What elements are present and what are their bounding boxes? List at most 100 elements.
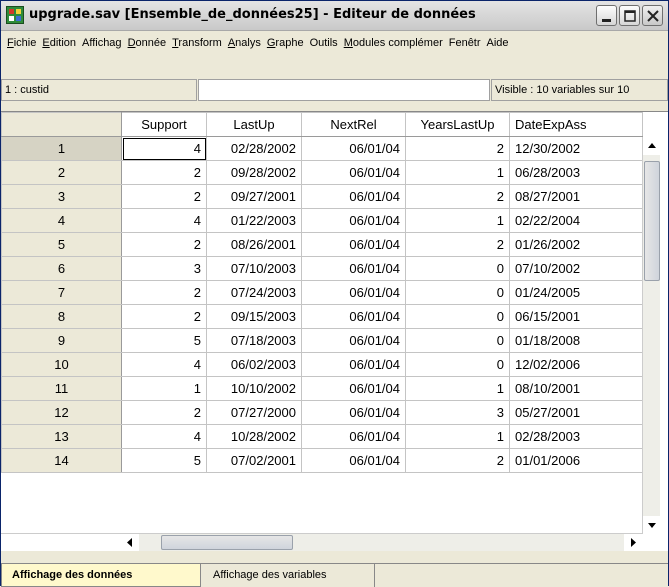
data-cell[interactable]: 0	[405, 280, 510, 305]
data-cell[interactable]: 2	[121, 304, 207, 329]
data-cell[interactable]: 02/28/2003	[509, 424, 643, 449]
data-cell[interactable]: 06/01/04	[301, 376, 406, 401]
data-cell[interactable]: 07/27/2000	[206, 400, 302, 425]
data-cell[interactable]: 06/01/04	[301, 328, 406, 353]
data-cell[interactable]: 0	[405, 304, 510, 329]
row-header[interactable]: 11	[1, 376, 122, 401]
menu-item[interactable]: Graphe	[267, 37, 304, 49]
data-cell[interactable]: 1	[405, 424, 510, 449]
row-header[interactable]: 8	[1, 304, 122, 329]
tab-variable-view[interactable]: Affichage des variables	[203, 564, 375, 587]
data-cell[interactable]: 0	[405, 352, 510, 377]
data-cell[interactable]: 06/01/04	[301, 184, 406, 209]
scroll-left-button[interactable]	[121, 534, 139, 551]
row-header[interactable]: 6	[1, 256, 122, 281]
corner-cell[interactable]	[1, 112, 122, 137]
data-cell[interactable]: 2	[405, 448, 510, 473]
scroll-up-button[interactable]	[643, 137, 661, 155]
menu-item[interactable]: Fenêtr	[449, 37, 481, 49]
data-cell[interactable]: 02/28/2002	[206, 136, 302, 161]
data-cell[interactable]: 06/02/2003	[206, 352, 302, 377]
data-cell[interactable]: 1	[405, 208, 510, 233]
data-cell[interactable]: 5	[121, 328, 207, 353]
data-cell[interactable]: 06/28/2003	[509, 160, 643, 185]
data-cell[interactable]: 09/27/2001	[206, 184, 302, 209]
data-cell[interactable]: 01/01/2006	[509, 448, 643, 473]
data-cell[interactable]: 08/26/2001	[206, 232, 302, 257]
data-cell[interactable]: 02/22/2004	[509, 208, 643, 233]
tab-data-view[interactable]: Affichage des données	[1, 564, 201, 587]
data-cell[interactable]: 09/15/2003	[206, 304, 302, 329]
row-header[interactable]: 4	[1, 208, 122, 233]
menu-item[interactable]: Analys	[228, 37, 261, 49]
column-header[interactable]: LastUp	[206, 112, 302, 137]
data-cell[interactable]: 2	[121, 400, 207, 425]
data-cell[interactable]: 08/27/2001	[509, 184, 643, 209]
data-cell[interactable]: 2	[121, 280, 207, 305]
data-cell[interactable]: 06/01/04	[301, 400, 406, 425]
menu-item[interactable]: Edition	[42, 37, 76, 49]
row-header[interactable]: 2	[1, 160, 122, 185]
data-cell[interactable]: 2	[121, 232, 207, 257]
vertical-scroll-thumb[interactable]	[644, 161, 660, 281]
data-cell[interactable]: 05/27/2001	[509, 400, 643, 425]
data-cell[interactable]: 4	[121, 208, 207, 233]
scroll-right-button[interactable]	[624, 534, 642, 551]
data-cell[interactable]: 06/01/04	[301, 232, 406, 257]
maximize-button[interactable]	[619, 5, 640, 26]
row-header[interactable]: 12	[1, 400, 122, 425]
close-button[interactable]	[642, 5, 663, 26]
data-cell[interactable]: 01/18/2008	[509, 328, 643, 353]
menu-item[interactable]: Fichie	[7, 37, 36, 49]
column-header[interactable]: Support	[121, 112, 207, 137]
row-header[interactable]: 14	[1, 448, 122, 473]
menu-item[interactable]: Transform	[172, 37, 222, 49]
data-cell[interactable]: 2	[121, 184, 207, 209]
scroll-down-button[interactable]	[643, 516, 661, 534]
data-cell[interactable]: 01/26/2002	[509, 232, 643, 257]
data-cell[interactable]: 3	[405, 400, 510, 425]
row-header[interactable]: 13	[1, 424, 122, 449]
column-header[interactable]: DateExpAss	[509, 112, 643, 137]
menu-item[interactable]: Aide	[487, 37, 509, 49]
data-cell[interactable]: 06/01/04	[301, 352, 406, 377]
data-cell[interactable]: 09/28/2002	[206, 160, 302, 185]
data-cell[interactable]: 01/24/2005	[509, 280, 643, 305]
data-cell[interactable]: 12/30/2002	[509, 136, 643, 161]
data-cell[interactable]: 07/10/2003	[206, 256, 302, 281]
row-header[interactable]: 3	[1, 184, 122, 209]
menu-item[interactable]: Affichag	[82, 37, 122, 49]
data-cell[interactable]: 1	[121, 376, 207, 401]
row-header[interactable]: 10	[1, 352, 122, 377]
menu-item[interactable]: Donnée	[128, 37, 167, 49]
horizontal-scroll-thumb[interactable]	[161, 535, 293, 550]
title-bar[interactable]: upgrade.sav [Ensemble_de_données25] - Ed…	[1, 1, 668, 31]
data-cell[interactable]: 06/01/04	[301, 304, 406, 329]
data-cell[interactable]: 2	[121, 160, 207, 185]
data-cell[interactable]: 12/02/2006	[509, 352, 643, 377]
data-cell[interactable]: 10/10/2002	[206, 376, 302, 401]
menu-item[interactable]: Modules complémer	[344, 37, 443, 49]
data-cell[interactable]: 07/24/2003	[206, 280, 302, 305]
data-cell[interactable]: 07/02/2001	[206, 448, 302, 473]
minimize-button[interactable]	[596, 5, 617, 26]
data-cell[interactable]: 4	[121, 352, 207, 377]
data-cell[interactable]: 0	[405, 256, 510, 281]
data-cell[interactable]: 1	[405, 160, 510, 185]
column-header[interactable]: NextRel	[301, 112, 406, 137]
menu-item[interactable]: Outils	[310, 37, 338, 49]
data-cell[interactable]: 3	[121, 256, 207, 281]
data-cell[interactable]: 06/01/04	[301, 280, 406, 305]
vertical-scrollbar[interactable]	[642, 137, 661, 534]
row-header[interactable]: 5	[1, 232, 122, 257]
data-cell[interactable]: 5	[121, 448, 207, 473]
data-cell[interactable]: 07/18/2003	[206, 328, 302, 353]
data-cell[interactable]: 07/10/2002	[509, 256, 643, 281]
data-cell[interactable]: 06/01/04	[301, 136, 406, 161]
data-cell[interactable]: 06/01/04	[301, 208, 406, 233]
data-cell[interactable]: 2	[405, 232, 510, 257]
data-cell[interactable]: 10/28/2002	[206, 424, 302, 449]
data-cell[interactable]: 4	[121, 136, 207, 161]
row-header[interactable]: 9	[1, 328, 122, 353]
data-cell[interactable]: 2	[405, 184, 510, 209]
